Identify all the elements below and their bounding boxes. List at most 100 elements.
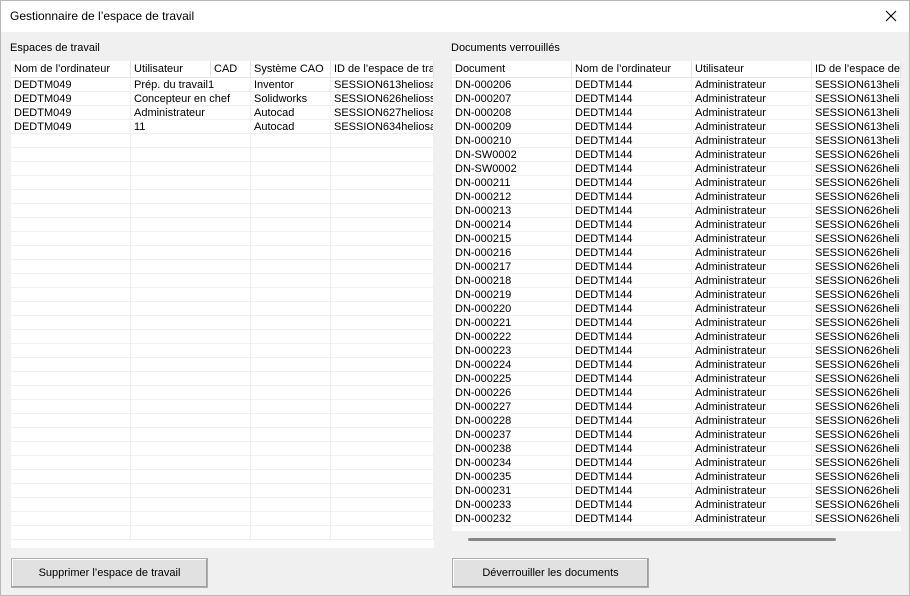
workspaces-cell: [331, 484, 434, 498]
documents-cell: DN-000208: [452, 106, 572, 120]
documents-horizontal-scrollbar[interactable]: [468, 538, 836, 541]
documents-row[interactable]: DN-000213 DEDTM144 Administrateur SESSION62…: [452, 204, 901, 218]
documents-cell-text: DEDTM144: [575, 345, 633, 357]
documents-row[interactable]: DN-000218 DEDTM144 Administrateur SESSION62…: [452, 274, 901, 288]
documents-cell: SESSION626helio: [812, 456, 901, 470]
workspaces-column-header[interactable]: Nom de l’ordinateur: [11, 61, 131, 78]
workspaces-row[interactable]: [11, 400, 434, 414]
workspaces-row[interactable]: [11, 302, 434, 316]
workspaces-row[interactable]: [11, 414, 434, 428]
delete-workspace-button[interactable]: Supprimer l’espace de travail: [11, 558, 208, 588]
documents-row[interactable]: DN-000225 DEDTM144 Administrateur SESSION62…: [452, 372, 901, 386]
documents-row[interactable]: DN-000208 DEDTM144 Administrateur SESSION61…: [452, 106, 901, 120]
documents-row[interactable]: DN-000235 DEDTM144 Administrateur SESSION62…: [452, 470, 901, 484]
documents-row[interactable]: DN-000221 DEDTM144 Administrateur SESSION62…: [452, 316, 901, 330]
documents-cell: DEDTM144: [572, 302, 692, 316]
workspaces-row[interactable]: [11, 134, 434, 148]
documents-row[interactable]: DN-000217 DEDTM144 Administrateur SESSION62…: [452, 260, 901, 274]
workspaces-row[interactable]: [11, 232, 434, 246]
workspaces-row[interactable]: [11, 218, 434, 232]
workspaces-row[interactable]: [11, 372, 434, 386]
workspaces-column-header[interactable]: CAD: [211, 61, 251, 78]
documents-row[interactable]: DN-000222 DEDTM144 Administrateur SESSION62…: [452, 330, 901, 344]
documents-row[interactable]: DN-000232 DEDTM144 Administrateur SESSION62…: [452, 512, 901, 526]
documents-column-header[interactable]: Document: [452, 61, 572, 78]
workspaces-row[interactable]: [11, 470, 434, 484]
documents-cell: Administrateur: [692, 316, 812, 330]
workspaces-row[interactable]: DEDTM049 Concepteur en chef Solidworks SESS…: [11, 92, 434, 106]
documents-cell-text: DN-000209: [455, 121, 512, 133]
workspaces-list-header: Nom de l’ordinateur Utilisateur CAD Système…: [11, 61, 434, 78]
workspaces-list[interactable]: Nom de l’ordinateur Utilisateur CAD Système…: [11, 61, 434, 548]
workspaces-row[interactable]: [11, 274, 434, 288]
workspaces-row[interactable]: [11, 456, 434, 470]
documents-row[interactable]: DN-000238 DEDTM144 Administrateur SESSION62…: [452, 442, 901, 456]
workspaces-row[interactable]: [11, 246, 434, 260]
documents-row[interactable]: DN-000224 DEDTM144 Administrateur SESSION62…: [452, 358, 901, 372]
workspaces-cell: [11, 526, 131, 540]
documents-row[interactable]: DN-000214 DEDTM144 Administrateur SESSION62…: [452, 218, 901, 232]
documents-row[interactable]: DN-000216 DEDTM144 Administrateur SESSION62…: [452, 246, 901, 260]
workspaces-row[interactable]: [11, 358, 434, 372]
workspaces-row[interactable]: [11, 428, 434, 442]
documents-row[interactable]: DN-000219 DEDTM144 Administrateur SESSION62…: [452, 288, 901, 302]
documents-cell: Administrateur: [692, 190, 812, 204]
documents-row[interactable]: DN-000223 DEDTM144 Administrateur SESSION62…: [452, 344, 901, 358]
workspaces-row[interactable]: [11, 162, 434, 176]
documents-column-header[interactable]: Nom de l’ordinateur: [572, 61, 692, 78]
documents-column-header[interactable]: Utilisateur: [692, 61, 812, 78]
workspaces-row[interactable]: [11, 260, 434, 274]
workspaces-column-header[interactable]: Système CAO: [251, 61, 331, 78]
workspaces-row[interactable]: DEDTM049 Administrateur Autocad SESSION627h…: [11, 106, 434, 120]
close-button[interactable]: [877, 3, 905, 29]
documents-column-header[interactable]: ID de l’espace de: [812, 61, 901, 78]
unlock-documents-button[interactable]: Déverrouiller les documents: [452, 558, 649, 588]
workspaces-row[interactable]: [11, 442, 434, 456]
documents-row[interactable]: DN-000207 DEDTM144 Administrateur SESSION61…: [452, 92, 901, 106]
workspaces-row[interactable]: [11, 498, 434, 512]
workspaces-column-header[interactable]: ID de l’espace de tra: [331, 61, 434, 78]
workspaces-cell: [131, 288, 251, 302]
workspaces-row[interactable]: DEDTM049 Prép. du travail1 Inventor SESSION…: [11, 78, 434, 92]
workspaces-row[interactable]: [11, 176, 434, 190]
documents-row[interactable]: DN-000209 DEDTM144 Administrateur SESSION61…: [452, 120, 901, 134]
workspaces-row[interactable]: [11, 484, 434, 498]
workspaces-column-header[interactable]: Utilisateur: [131, 61, 211, 78]
documents-row[interactable]: DN-000233 DEDTM144 Administrateur SESSION62…: [452, 498, 901, 512]
workspaces-row[interactable]: [11, 204, 434, 218]
documents-row[interactable]: DN-000212 DEDTM144 Administrateur SESSION62…: [452, 190, 901, 204]
documents-row[interactable]: DN-000227 DEDTM144 Administrateur SESSION62…: [452, 400, 901, 414]
workspaces-row[interactable]: [11, 526, 434, 540]
documents-cell: DN-000211: [452, 176, 572, 190]
documents-row[interactable]: DN-000206 DEDTM144 Administrateur SESSION61…: [452, 78, 901, 92]
workspaces-row[interactable]: [11, 330, 434, 344]
workspaces-row[interactable]: [11, 148, 434, 162]
documents-cell-text: Administrateur: [695, 373, 766, 385]
workspaces-cell: [131, 162, 251, 176]
locked-documents-list[interactable]: Document Nom de l’ordinateur Utilisateur ID…: [452, 61, 901, 531]
documents-row[interactable]: DN-000237 DEDTM144 Administrateur SESSION62…: [452, 428, 901, 442]
documents-row[interactable]: DN-000215 DEDTM144 Administrateur SESSION62…: [452, 232, 901, 246]
documents-row[interactable]: DN-000211 DEDTM144 Administrateur SESSION62…: [452, 176, 901, 190]
workspaces-row[interactable]: [11, 386, 434, 400]
documents-row[interactable]: DN-000220 DEDTM144 Administrateur SESSION62…: [452, 302, 901, 316]
workspaces-row[interactable]: [11, 288, 434, 302]
documents-cell: DN-000235: [452, 470, 572, 484]
documents-cell: DEDTM144: [572, 78, 692, 92]
documents-cell-text: DEDTM144: [575, 289, 633, 301]
workspaces-row[interactable]: DEDTM049 11 Autocad SESSION634heliosac: [11, 120, 434, 134]
workspaces-row[interactable]: [11, 344, 434, 358]
workspaces-row[interactable]: [11, 512, 434, 526]
documents-row[interactable]: DN-000231 DEDTM144 Administrateur SESSION62…: [452, 484, 901, 498]
workspaces-row[interactable]: [11, 190, 434, 204]
documents-row[interactable]: DN-SW0002 DEDTM144 Administrateur SESSION62…: [452, 162, 901, 176]
documents-row[interactable]: DN-SW0002 DEDTM144 Administrateur SESSION62…: [452, 148, 901, 162]
documents-row[interactable]: DN-000226 DEDTM144 Administrateur SESSION62…: [452, 386, 901, 400]
documents-cell-text: DEDTM144: [575, 163, 633, 175]
documents-row[interactable]: DN-000234 DEDTM144 Administrateur SESSION62…: [452, 456, 901, 470]
workspaces-cell: [331, 400, 434, 414]
workspaces-cell: [331, 526, 434, 540]
documents-row[interactable]: DN-000228 DEDTM144 Administrateur SESSION62…: [452, 414, 901, 428]
workspaces-row[interactable]: [11, 316, 434, 330]
documents-row[interactable]: DN-000210 DEDTM144 Administrateur SESSION61…: [452, 134, 901, 148]
